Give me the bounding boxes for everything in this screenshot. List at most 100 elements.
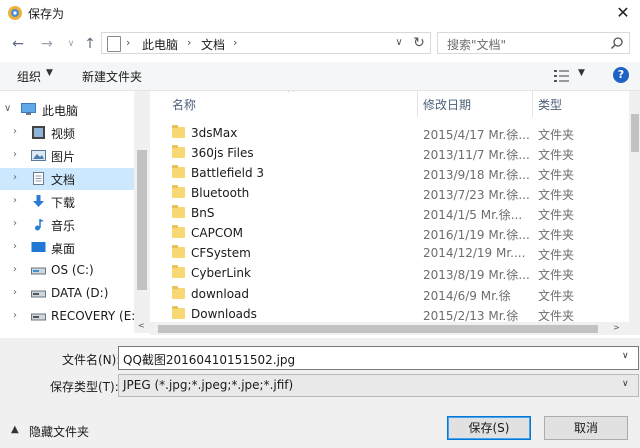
window-title: 保存为 <box>28 7 65 21</box>
tree-item-desktop[interactable]: › 桌面 <box>0 237 134 259</box>
chevron-right-icon[interactable]: › <box>13 126 17 137</box>
breadcrumb-separator: › <box>187 36 192 49</box>
tree-item-drive-d[interactable]: › DATA (D:) <box>0 283 134 305</box>
list-item[interactable]: Bluetooth 2013/7/23 Mr.徐... 文件夹 <box>155 183 629 203</box>
organize-button[interactable]: 组织 <box>17 68 41 85</box>
tree-label: 音乐 <box>51 219 76 233</box>
back-arrow-icon[interactable]: ← <box>9 35 27 53</box>
column-divider[interactable] <box>532 91 533 117</box>
tree-item-videos[interactable]: › 视频 <box>0 122 134 144</box>
horizontal-scrollbar-thumb[interactable] <box>158 325 598 333</box>
title-bar: 保存为 ✕ <box>0 0 640 26</box>
list-item[interactable]: CAPCOM 2016/1/19 Mr.徐... 文件夹 <box>155 223 629 243</box>
list-item[interactable]: CyberLink 2013/8/19 Mr.徐... 文件夹 <box>155 263 629 283</box>
download-icon <box>33 195 44 207</box>
chevron-right-icon[interactable]: › <box>13 264 17 275</box>
cancel-button[interactable]: 取消 <box>544 416 628 440</box>
view-options-icon[interactable] <box>554 69 570 83</box>
tree-label: 图片 <box>51 150 76 164</box>
tree-scrollbar-thumb[interactable] <box>137 150 147 290</box>
chevron-right-icon[interactable]: › <box>13 241 17 252</box>
column-header-name[interactable]: 名称 <box>172 96 196 113</box>
folder-icon <box>172 185 185 198</box>
file-list-scrollbar-thumb[interactable] <box>631 114 639 152</box>
list-item[interactable]: BnS 2014/1/5 Mr.徐... 文件夹 <box>155 203 629 223</box>
search-box[interactable]: 搜索"文档" <box>437 32 630 54</box>
tree-item-drive-e[interactable]: › RECOVERY (E:) <box>0 306 140 328</box>
breadcrumb-separator: › <box>233 36 238 49</box>
navigation-pane: ∨ 此电脑 › 视频 › 图片 › 文档 › 下载 › 音乐 › 桌面 › OS… <box>0 91 150 333</box>
address-bar[interactable]: › 此电脑 › 文档 › ∨ ↻ <box>101 32 431 54</box>
file-type: 文件夹 <box>538 128 575 142</box>
chevron-right-icon[interactable]: › <box>13 172 17 183</box>
tree-label: 桌面 <box>51 242 76 256</box>
chevron-down-icon[interactable]: ∨ <box>392 35 406 51</box>
tree-item-music[interactable]: › 音乐 <box>0 214 134 236</box>
chevron-down-icon[interactable]: ∨ <box>622 379 629 389</box>
tree-item-this-pc[interactable]: ∨ 此电脑 <box>0 99 134 121</box>
scroll-left-icon[interactable]: < <box>138 321 145 330</box>
chevron-right-icon[interactable]: › <box>13 310 17 321</box>
refresh-icon[interactable]: ↻ <box>410 34 428 52</box>
save-button[interactable]: 保存(S) <box>447 416 531 440</box>
music-icon <box>35 219 44 231</box>
tree-label: DATA (D:) <box>51 286 109 300</box>
file-name: 3dsMax <box>191 126 238 140</box>
list-item[interactable]: Battlefield 3 2013/9/18 Mr.徐... 文件夹 <box>155 163 629 183</box>
column-header-type[interactable]: 类型 <box>538 96 562 113</box>
tree-item-pictures[interactable]: › 图片 <box>0 145 134 167</box>
chevron-down-icon[interactable]: ∨ <box>622 351 629 361</box>
save-type-value: JPEG (*.jpg;*.jpeg;*.jpe;*.jfif) <box>123 378 294 392</box>
command-toolbar: 组织 ▼ 新建文件夹 ▼ ? <box>0 62 640 91</box>
breadcrumb-documents[interactable]: 文档 <box>201 36 225 53</box>
caret-up-icon[interactable]: ▲ <box>11 424 19 435</box>
video-icon <box>32 126 45 139</box>
tree-item-downloads[interactable]: › 下载 <box>0 191 134 213</box>
tree-item-drive-c[interactable]: › OS (C:) <box>0 260 134 282</box>
folder-icon <box>172 265 185 278</box>
list-item[interactable]: 3dsMax 2015/4/17 Mr.徐... 文件夹 <box>155 123 629 143</box>
breadcrumb-this-pc[interactable]: 此电脑 <box>142 36 178 53</box>
chevron-right-icon[interactable]: › <box>13 287 17 298</box>
search-input[interactable]: 搜索"文档" <box>447 36 506 53</box>
save-type-label: 保存类型(T): <box>50 380 119 394</box>
file-date: 2014/6/9 Mr.徐 <box>423 289 511 303</box>
file-date: 2013/9/18 Mr.徐... <box>423 168 530 182</box>
tree-label: 视频 <box>51 127 76 141</box>
search-icon[interactable] <box>610 36 624 50</box>
help-icon[interactable]: ? <box>613 67 629 83</box>
recent-locations-icon[interactable]: ∨ <box>62 35 80 53</box>
chevron-right-icon[interactable]: › <box>13 149 17 160</box>
chevron-down-icon[interactable]: ∨ <box>4 103 11 114</box>
file-name: download <box>191 287 250 301</box>
chevron-right-icon[interactable]: › <box>13 218 17 229</box>
filename-label: 文件名(N): <box>62 353 121 367</box>
up-arrow-icon[interactable]: ↑ <box>81 35 99 53</box>
tree-item-documents[interactable]: › 文档 <box>0 168 134 190</box>
list-item[interactable]: Downloads 2015/2/13 Mr.徐 文件夹 <box>155 304 629 324</box>
chevron-right-icon[interactable]: › <box>13 195 17 206</box>
folder-icon <box>172 125 185 138</box>
save-type-select[interactable]: JPEG (*.jpg;*.jpeg;*.jpe;*.jfif) ∨ <box>118 374 639 397</box>
filename-field[interactable]: QQ截图20160410151502.jpg ∨ <box>118 346 639 370</box>
column-header-date[interactable]: 修改日期 <box>423 96 471 113</box>
close-button[interactable]: ✕ <box>612 3 634 23</box>
file-type: 文件夹 <box>538 228 575 242</box>
file-name: Downloads <box>191 307 257 321</box>
list-item[interactable]: 360js Files 2013/11/7 Mr.徐... 文件夹 <box>155 143 629 163</box>
filename-input[interactable]: QQ截图20160410151502.jpg <box>123 351 295 368</box>
file-date: 2014/1/5 Mr.徐... <box>423 208 523 222</box>
column-divider[interactable] <box>417 91 418 117</box>
list-item[interactable]: download 2014/6/9 Mr.徐 文件夹 <box>155 284 629 304</box>
forward-arrow-icon[interactable]: → <box>38 35 56 53</box>
list-item[interactable]: CFSystem 2014/12/19 Mr.... 文件夹 <box>155 243 629 263</box>
file-date: 2013/8/19 Mr.徐... <box>423 268 530 282</box>
computer-icon <box>21 103 36 115</box>
caret-down-icon[interactable]: ▼ <box>46 68 53 78</box>
caret-down-icon[interactable]: ▼ <box>578 68 585 78</box>
hide-folders-toggle[interactable]: 隐藏文件夹 <box>29 423 89 440</box>
file-date: 2015/4/17 Mr.徐... <box>423 128 530 142</box>
scroll-right-icon[interactable]: > <box>613 323 620 332</box>
new-folder-button[interactable]: 新建文件夹 <box>82 68 142 85</box>
file-name: Bluetooth <box>191 186 250 200</box>
